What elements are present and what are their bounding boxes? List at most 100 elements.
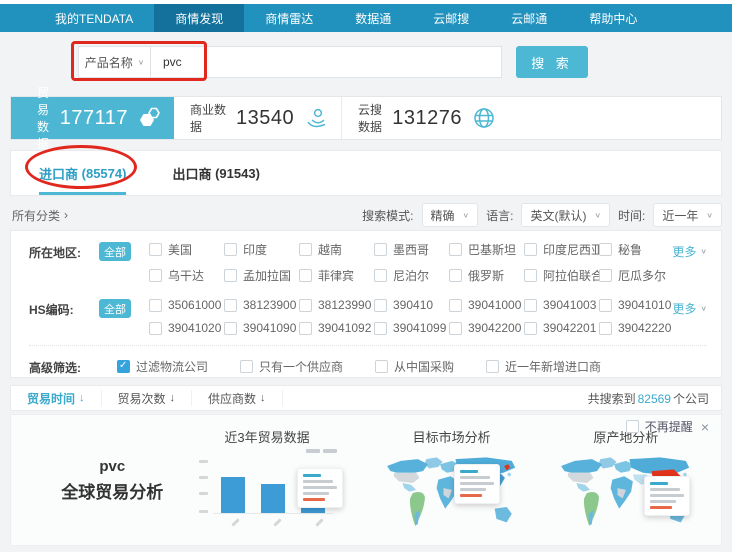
- checkbox-label: 35061000: [168, 298, 221, 312]
- stat-trade-data-label: 贸易数据: [37, 84, 60, 152]
- checkbox-label: 38123900: [243, 298, 296, 312]
- hscode-checkbox-35061000[interactable]: 35061000: [149, 298, 224, 312]
- sort-by-trade-time[interactable]: 贸易时间 ↓: [11, 390, 102, 406]
- promo-product-name: pvc: [99, 458, 125, 475]
- hscode-checkbox-38123900[interactable]: 38123900: [224, 298, 299, 312]
- hscode-all-button[interactable]: 全部: [99, 299, 131, 318]
- dismiss-checkbox[interactable]: [626, 420, 639, 433]
- chevron-right-icon: ›: [64, 208, 68, 222]
- chevron-down-icon: ∨: [700, 304, 707, 313]
- hscode-checkbox-39041020[interactable]: 39041020: [149, 321, 224, 335]
- search-input[interactable]: [150, 46, 502, 78]
- hscode-more-link[interactable]: 更多 ∨: [672, 300, 707, 317]
- region-checkbox-pakistan[interactable]: 巴基斯坦: [449, 241, 524, 258]
- advanced-checkbox-buy-from-china[interactable]: 从中国采购: [375, 356, 454, 376]
- checkbox-label: 390410: [393, 298, 433, 312]
- checkbox-label: 39041092: [318, 321, 371, 335]
- search-bar: 产品名称 ∨ 搜 索: [78, 46, 588, 78]
- target-market-title: 目标市场分析: [413, 427, 491, 446]
- stat-business-data[interactable]: 商业数据 13540: [174, 97, 341, 139]
- tab-importers-label: 进口商: [39, 164, 78, 183]
- all-categories-link[interactable]: 所有分类 ›: [12, 207, 68, 224]
- checkbox-icon: [299, 299, 312, 312]
- region-all-button[interactable]: 全部: [99, 242, 131, 261]
- active-tab-underline: [39, 192, 126, 195]
- advanced-checkbox-new-importers[interactable]: 近一年新增进口商: [486, 356, 601, 376]
- tab-exporters-count: (91543): [215, 166, 260, 181]
- nav-item-business-radar[interactable]: 商情雷达: [244, 4, 334, 32]
- region-checkbox-uae[interactable]: 阿拉伯联合...: [524, 267, 599, 284]
- checkbox-label: 巴基斯坦: [468, 241, 516, 258]
- region-checkbox-india[interactable]: 印度: [224, 241, 299, 258]
- checkbox-icon: [599, 299, 612, 312]
- checkbox-label: 39041099: [393, 321, 446, 335]
- more-label: 更多: [672, 300, 696, 317]
- hscode-checkbox-39041099[interactable]: 39041099: [374, 321, 449, 335]
- region-checkbox-ecuador[interactable]: 厄瓜多尔: [599, 267, 674, 284]
- sort-down-arrow-icon: ↓: [260, 392, 266, 404]
- x-axis-label: [231, 518, 239, 526]
- stat-cloud-search-data[interactable]: 云搜数据 131276: [341, 97, 508, 139]
- hscode-checkbox-39042200[interactable]: 39042200: [449, 321, 524, 335]
- advanced-checkbox-single-supplier[interactable]: 只有一个供应商: [240, 356, 343, 376]
- region-checkbox-uganda[interactable]: 乌干达: [149, 267, 224, 284]
- region-checkbox-peru[interactable]: 秘鲁: [599, 241, 674, 258]
- map-tooltip: [454, 464, 500, 504]
- x-axis-label: [273, 518, 281, 526]
- search-category-label: 产品名称: [85, 54, 133, 71]
- region-checkbox-usa[interactable]: 美国: [149, 241, 224, 258]
- checkbox-label: 只有一个供应商: [259, 358, 343, 375]
- dotted-divider: [29, 345, 707, 346]
- checkbox-label: 厄瓜多尔: [618, 267, 666, 284]
- checkbox-label: 39041003: [543, 298, 596, 312]
- bar-year-2: [261, 484, 285, 513]
- search-category-dropdown[interactable]: 产品名称 ∨: [78, 46, 150, 78]
- hscode-checkbox-39041090[interactable]: 39041090: [224, 321, 299, 335]
- sort-by-supplier-count[interactable]: 供应商数 ↓: [192, 390, 283, 406]
- region-checkbox-vietnam[interactable]: 越南: [299, 241, 374, 258]
- hscode-checkbox-38123990[interactable]: 38123990: [299, 298, 374, 312]
- checkbox-icon: [374, 269, 387, 282]
- advanced-checkbox-filter-logistics[interactable]: 过滤物流公司: [117, 356, 208, 376]
- hscode-checkbox-39042201[interactable]: 39042201: [524, 321, 599, 335]
- tab-importers[interactable]: 进口商 (85574): [39, 151, 126, 195]
- close-icon[interactable]: ×: [701, 419, 709, 435]
- checkbox-label: 秘鲁: [618, 241, 642, 258]
- sort-by-trade-count[interactable]: 贸易次数 ↓: [102, 390, 193, 406]
- time-select[interactable]: 近一年 ∨: [653, 203, 722, 227]
- nav-item-help-center[interactable]: 帮助中心: [568, 4, 658, 32]
- region-checkbox-russia[interactable]: 俄罗斯: [449, 267, 524, 284]
- time-value: 近一年: [662, 207, 698, 224]
- hscode-checkbox-39041092[interactable]: 39041092: [299, 321, 374, 335]
- tab-exporters[interactable]: 出口商 (91543): [172, 151, 259, 195]
- region-checkbox-nepal[interactable]: 尼泊尔: [374, 267, 449, 284]
- hscode-checkbox-39041003[interactable]: 39041003: [524, 298, 599, 312]
- region-checkbox-bangladesh[interactable]: 孟加拉国: [224, 267, 299, 284]
- hscode-checkbox-39042220[interactable]: 39042220: [599, 321, 674, 335]
- region-checkbox-indonesia[interactable]: 印度尼西亚: [524, 241, 599, 258]
- hscode-checkbox-390410[interactable]: 390410: [374, 298, 449, 312]
- region-checkbox-mexico[interactable]: 墨西哥: [374, 241, 449, 258]
- region-checkbox-philippines[interactable]: 菲律宾: [299, 267, 374, 284]
- chevron-down-icon: ∨: [594, 211, 601, 220]
- search-mode-select[interactable]: 精确 ∨: [422, 203, 479, 227]
- nav-item-my-tendata[interactable]: 我的TENDATA: [34, 4, 154, 32]
- sort-down-arrow-icon: ↓: [170, 392, 176, 404]
- hscode-checkbox-39041010[interactable]: 39041010: [599, 298, 674, 312]
- checkbox-icon: [299, 269, 312, 282]
- stat-trade-data[interactable]: 贸易数据 177117: [11, 97, 174, 139]
- nav-item-cloud-mail-pass[interactable]: 云邮通: [490, 4, 568, 32]
- nav-item-data-pass[interactable]: 数据通: [334, 4, 412, 32]
- nav-item-business-discovery[interactable]: 商情发现: [154, 4, 244, 32]
- checkbox-label: 乌干达: [168, 267, 204, 284]
- sort-label: 贸易次数: [118, 390, 166, 407]
- region-more-link[interactable]: 更多 ∨: [672, 243, 707, 260]
- checkbox-icon: [299, 243, 312, 256]
- language-select[interactable]: 英文(默认) ∨: [521, 203, 610, 227]
- region-filter-row: 所在地区: 全部 美国 印度 越南 墨西哥 巴基斯坦 印度尼西亚 秘鲁 乌干达 …: [29, 241, 721, 284]
- tab-importers-count: (85574): [82, 166, 127, 181]
- search-button[interactable]: 搜 索: [516, 46, 588, 78]
- nav-item-cloud-mail-search[interactable]: 云邮搜: [412, 4, 490, 32]
- hscode-checkbox-39041000[interactable]: 39041000: [449, 298, 524, 312]
- bar-chart-title: 近3年贸易数据: [224, 427, 309, 446]
